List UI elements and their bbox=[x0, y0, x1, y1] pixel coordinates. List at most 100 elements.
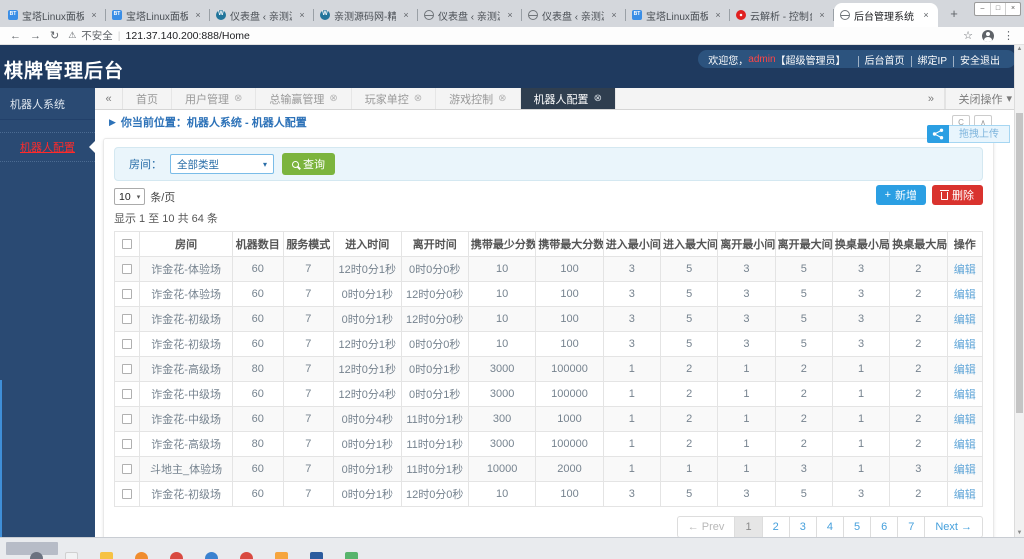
back-icon[interactable]: ← bbox=[10, 30, 21, 42]
taskbar-icon[interactable] bbox=[65, 552, 78, 559]
tab-close-icon[interactable]: × bbox=[712, 10, 724, 20]
pagination-page[interactable]: 4 bbox=[815, 516, 844, 538]
edit-link[interactable]: 编辑 bbox=[954, 489, 976, 501]
page-tab-close-icon[interactable]: ⊗ bbox=[414, 93, 422, 104]
pagination-page[interactable]: 7 bbox=[897, 516, 926, 538]
tab-close-icon[interactable]: × bbox=[400, 10, 412, 20]
bookmark-star-icon[interactable]: ☆ bbox=[963, 29, 973, 42]
edit-link[interactable]: 编辑 bbox=[954, 414, 976, 426]
taskbar-icon[interactable] bbox=[170, 552, 183, 559]
page-tab-close-icon[interactable]: ⊗ bbox=[234, 93, 242, 104]
row-checkbox[interactable] bbox=[122, 464, 133, 475]
scrollbar-thumb[interactable] bbox=[1016, 113, 1023, 413]
tab-close-icon[interactable]: × bbox=[88, 10, 100, 20]
maximize-button[interactable]: □ bbox=[990, 3, 1005, 15]
sidebar-section-robot-system[interactable]: 机器人系统 bbox=[0, 88, 95, 120]
select-all-checkbox[interactable] bbox=[122, 239, 133, 250]
folder-icon[interactable] bbox=[275, 552, 288, 559]
tabs-scroll-right-icon[interactable]: » bbox=[917, 88, 946, 109]
browser-tab[interactable]: 宝塔Linux面板 × bbox=[2, 3, 106, 27]
page-tab-close-icon[interactable]: ⊗ bbox=[594, 93, 602, 104]
forward-icon[interactable]: → bbox=[30, 30, 41, 42]
image-icon[interactable] bbox=[345, 552, 358, 559]
pagination-page[interactable]: 1 bbox=[734, 516, 763, 538]
page-tab[interactable]: 游戏控制 ⊗ bbox=[436, 88, 521, 109]
edit-link[interactable]: 编辑 bbox=[954, 464, 976, 476]
search-button[interactable]: 查询 bbox=[282, 153, 335, 175]
edit-link[interactable]: 编辑 bbox=[954, 264, 976, 276]
refresh-icon[interactable]: ↻ bbox=[50, 29, 59, 42]
header-link[interactable]: 绑定IP bbox=[910, 55, 953, 67]
browser-tab[interactable]: 仪表盘 ‹ 亲测源码网 — × bbox=[418, 3, 522, 27]
tab-close-icon[interactable]: × bbox=[192, 10, 204, 20]
pagination-page[interactable]: 3 bbox=[788, 516, 817, 538]
minimize-button[interactable]: – bbox=[975, 3, 990, 15]
pagination-prev[interactable]: ← Prev bbox=[676, 516, 736, 538]
add-button[interactable]: + 新增 bbox=[875, 185, 926, 205]
close-operations-dropdown[interactable]: 关闭操作 ▾ bbox=[945, 88, 1024, 109]
close-button[interactable]: × bbox=[1005, 3, 1020, 15]
pagination-page[interactable]: 6 bbox=[870, 516, 899, 538]
scrollbar-up-icon[interactable]: ▲ bbox=[1015, 46, 1024, 52]
edit-link[interactable]: 编辑 bbox=[954, 289, 976, 301]
header-link[interactable]: 后台首页 bbox=[857, 55, 911, 67]
scrollbar-down-icon[interactable]: ▼ bbox=[1015, 530, 1024, 536]
page-tab[interactable]: 玩家单控 ⊗ bbox=[352, 88, 437, 109]
browser-tab[interactable]: 云解析 - 控制台 × bbox=[730, 3, 834, 27]
tab-close-icon[interactable]: × bbox=[920, 10, 932, 20]
browser-tab[interactable]: 后台管理系统 × bbox=[834, 3, 938, 27]
pagination-next[interactable]: Next → bbox=[924, 516, 983, 538]
row-checkbox[interactable] bbox=[122, 439, 133, 450]
cell-switch-min-rounds: 3 bbox=[831, 281, 891, 307]
edit-link[interactable]: 编辑 bbox=[954, 439, 976, 451]
delete-button[interactable]: 删除 bbox=[932, 185, 983, 205]
address-bar[interactable]: ⚠ 不安全 | 121.37.140.200:888/Home bbox=[68, 28, 954, 43]
pagination-page[interactable]: 5 bbox=[842, 516, 872, 538]
row-checkbox[interactable] bbox=[122, 314, 133, 325]
pagination-page[interactable]: 2 bbox=[761, 516, 790, 538]
column-header: 离开最大间隔 bbox=[774, 231, 833, 257]
tabs-scroll-left-icon[interactable]: « bbox=[95, 88, 123, 109]
page-tab[interactable]: 总输赢管理 ⊗ bbox=[256, 88, 352, 109]
edit-link[interactable]: 编辑 bbox=[954, 339, 976, 351]
browser-tab[interactable]: 仪表盘 ‹ 亲测源码网 — × bbox=[522, 3, 626, 27]
tab-close-icon[interactable]: × bbox=[504, 10, 516, 20]
page-tab[interactable]: 机器人配置 ⊗ bbox=[520, 88, 616, 109]
edit-link[interactable]: 编辑 bbox=[954, 389, 976, 401]
page-tab[interactable]: 用户管理 ⊗ bbox=[172, 88, 257, 109]
new-tab-button[interactable]: + bbox=[942, 4, 966, 24]
tab-close-icon[interactable]: × bbox=[608, 10, 620, 20]
drag-upload-badge[interactable]: 拖拽上传 bbox=[927, 125, 1010, 143]
row-checkbox[interactable] bbox=[122, 264, 133, 275]
page-tab-close-icon[interactable]: ⊗ bbox=[498, 93, 506, 104]
row-checkbox[interactable] bbox=[122, 364, 133, 375]
page-size-select[interactable]: 10 ▾ bbox=[114, 188, 146, 205]
page-tab[interactable]: 首页 ⊗ bbox=[123, 88, 172, 109]
edit-link[interactable]: 编辑 bbox=[954, 314, 976, 326]
browser-tab[interactable]: 亲测源码网-精品资源 × bbox=[314, 3, 418, 27]
header-link[interactable]: 安全退出 bbox=[953, 55, 1006, 67]
edit-link[interactable]: 编辑 bbox=[954, 364, 976, 376]
browser-tab[interactable]: 宝塔Linux面板 × bbox=[626, 3, 730, 27]
taskbar-icon[interactable] bbox=[30, 552, 43, 559]
room-type-select[interactable]: 全部类型 ▾ bbox=[170, 154, 274, 174]
row-checkbox[interactable] bbox=[122, 389, 133, 400]
tab-close-icon[interactable]: × bbox=[816, 10, 828, 20]
row-checkbox[interactable] bbox=[122, 339, 133, 350]
row-checkbox[interactable] bbox=[122, 289, 133, 300]
row-checkbox[interactable] bbox=[122, 489, 133, 500]
taskbar-icon[interactable] bbox=[240, 552, 253, 559]
folder-icon[interactable] bbox=[100, 552, 113, 559]
sidebar-item-label[interactable]: 机器人配置 bbox=[20, 142, 75, 154]
sidebar-item-robot-config[interactable]: 机器人配置 bbox=[0, 132, 95, 162]
browser-tab[interactable]: 仪表盘 ‹ 亲测源码网 — × bbox=[210, 3, 314, 27]
browser-menu-icon[interactable]: ⋮ bbox=[1003, 29, 1014, 42]
page-tab-close-icon[interactable]: ⊗ bbox=[329, 93, 337, 104]
profile-avatar[interactable] bbox=[982, 29, 994, 42]
row-checkbox[interactable] bbox=[122, 414, 133, 425]
browser-tab[interactable]: 宝塔Linux面板 × bbox=[106, 3, 210, 27]
taskbar-icon[interactable] bbox=[135, 552, 148, 559]
taskbar-icon[interactable] bbox=[205, 552, 218, 559]
taskbar-icon[interactable] bbox=[310, 552, 323, 559]
tab-close-icon[interactable]: × bbox=[296, 10, 308, 20]
